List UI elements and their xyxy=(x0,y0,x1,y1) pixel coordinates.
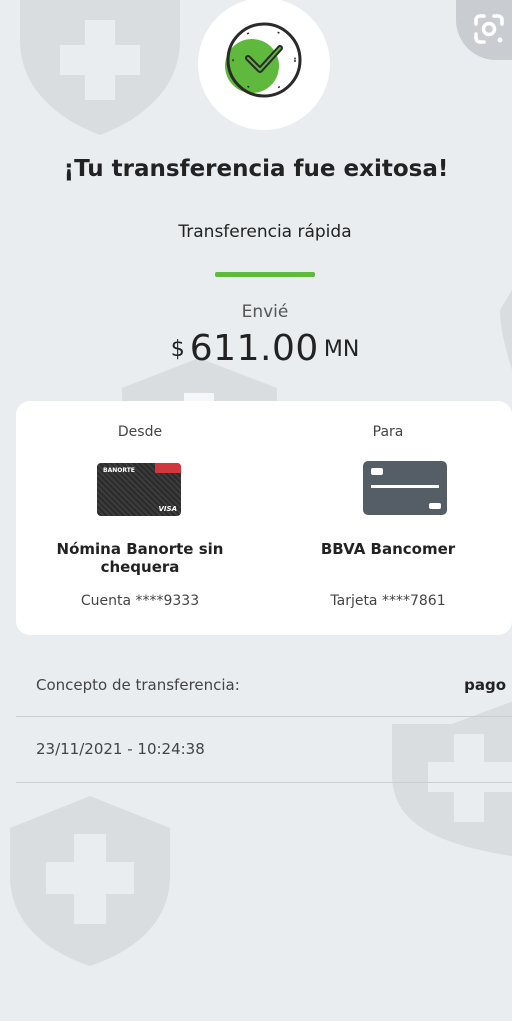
card-network: VISA xyxy=(158,505,177,513)
amount-label: Envié xyxy=(241,302,289,322)
destination-account-number: Tarjeta ****7861 xyxy=(330,593,446,609)
credit-card-icon xyxy=(363,461,447,515)
success-badge xyxy=(198,0,330,130)
transfer-accounts-card: Desde BANORTE VISA Nómina Banorte sin ch… xyxy=(16,401,512,635)
source-account: Desde BANORTE VISA Nómina Banorte sin ch… xyxy=(16,401,264,635)
transfer-type: Transferencia rápida xyxy=(178,222,352,242)
to-label: Para xyxy=(372,424,404,440)
divider-accent xyxy=(215,272,315,277)
google-lens-icon xyxy=(474,14,504,44)
from-label: Desde xyxy=(117,424,163,440)
shield-cross-icon xyxy=(20,0,180,135)
check-clock-icon xyxy=(225,22,302,98)
concept-value: pago xyxy=(464,676,506,694)
page-title: ¡Tu transferencia fue exitosa! xyxy=(63,156,449,182)
currency-code: MN xyxy=(323,337,360,362)
source-account-number: Cuenta ****9333 xyxy=(80,593,200,609)
datetime-row: 23/11/2021 - 10:24:38 xyxy=(16,716,512,783)
currency-symbol: $ xyxy=(170,337,185,362)
destination-bank-name: BBVA Bancomer xyxy=(320,540,456,558)
concept-label: Concepto de transferencia: xyxy=(36,676,240,694)
concept-row: Concepto de transferencia: pago xyxy=(16,660,512,717)
lens-button[interactable] xyxy=(456,0,512,60)
destination-account: Para BBVA Bancomer Tarjeta ****7861 xyxy=(264,401,512,635)
transfer-datetime: 23/11/2021 - 10:24:38 xyxy=(36,740,205,758)
amount-display: $ 611.00 MN xyxy=(0,328,512,369)
amount-value: 611.00 xyxy=(189,328,319,369)
card-brand: BANORTE xyxy=(103,467,135,474)
banorte-card-image: BANORTE VISA xyxy=(97,463,181,516)
source-account-name: Nómina Banorte sin chequera xyxy=(56,540,224,576)
shield-cross-icon xyxy=(10,796,170,966)
